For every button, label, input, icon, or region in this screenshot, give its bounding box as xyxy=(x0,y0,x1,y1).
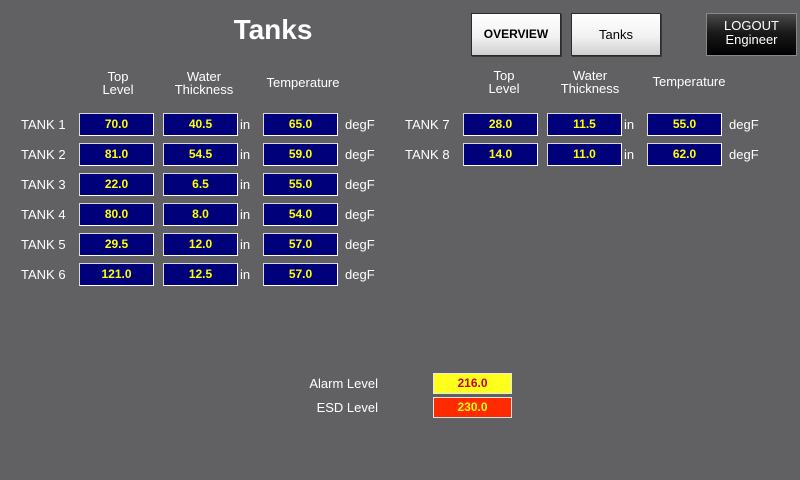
logout-label: LOGOUT xyxy=(724,18,779,33)
water-thickness-field: 11.5 xyxy=(547,113,622,136)
temperature-field: 57.0 xyxy=(263,233,338,256)
top-level-field: 14.0 xyxy=(463,143,538,166)
water-thickness-field: 11.0 xyxy=(547,143,622,166)
water-thickness-field: 54.5 xyxy=(163,143,238,166)
thickness-unit-label: in xyxy=(240,147,251,162)
temperature-unit-label: degF xyxy=(345,207,375,222)
esd-level-label: ESD Level xyxy=(316,400,378,415)
tank-name-label: TANK 8 xyxy=(405,147,450,162)
column-header-temperature: Temperature xyxy=(266,75,340,90)
logout-button[interactable]: LOGOUT Engineer xyxy=(706,13,797,56)
top-level-field: 28.0 xyxy=(463,113,538,136)
temperature-field: 59.0 xyxy=(263,143,338,166)
column-header-top-level: Top Level xyxy=(102,69,134,97)
thickness-unit-label: in xyxy=(240,207,251,222)
alarm-level-value: 216.0 xyxy=(433,373,512,394)
alarm-level-label: Alarm Level xyxy=(309,376,378,391)
top-level-field: 81.0 xyxy=(79,143,154,166)
water-thickness-field: 40.5 xyxy=(163,113,238,136)
column-header-temperature: Temperature xyxy=(652,74,726,89)
water-thickness-field: 8.0 xyxy=(163,203,238,226)
temperature-unit-label: degF xyxy=(345,177,375,192)
top-level-field: 70.0 xyxy=(79,113,154,136)
tank-name-label: TANK 4 xyxy=(21,207,66,222)
water-thickness-field: 6.5 xyxy=(163,173,238,196)
esd-level-value: 230.0 xyxy=(433,397,512,418)
temperature-field: 65.0 xyxy=(263,113,338,136)
temperature-unit-label: degF xyxy=(345,117,375,132)
tanks-button[interactable]: Tanks xyxy=(571,13,661,56)
thickness-unit-label: in xyxy=(240,267,251,282)
thickness-unit-label: in xyxy=(624,147,635,162)
thickness-unit-label: in xyxy=(240,237,251,252)
tank-name-label: TANK 5 xyxy=(21,237,66,252)
tank-name-label: TANK 3 xyxy=(21,177,66,192)
thickness-unit-label: in xyxy=(624,117,635,132)
water-thickness-field: 12.0 xyxy=(163,233,238,256)
temperature-unit-label: degF xyxy=(729,117,759,132)
tank-name-label: TANK 2 xyxy=(21,147,66,162)
temperature-field: 57.0 xyxy=(263,263,338,286)
column-header-water-thickness: Water Thickness xyxy=(560,68,620,96)
temperature-field: 62.0 xyxy=(647,143,722,166)
water-thickness-field: 12.5 xyxy=(163,263,238,286)
temperature-unit-label: degF xyxy=(345,237,375,252)
temperature-field: 54.0 xyxy=(263,203,338,226)
temperature-unit-label: degF xyxy=(345,147,375,162)
thickness-unit-label: in xyxy=(240,117,251,132)
thickness-unit-label: in xyxy=(240,177,251,192)
temperature-unit-label: degF xyxy=(729,147,759,162)
column-header-water-thickness: Water Thickness xyxy=(174,69,234,97)
temperature-field: 55.0 xyxy=(263,173,338,196)
logged-in-user: Engineer xyxy=(725,32,778,47)
top-level-field: 22.0 xyxy=(79,173,154,196)
page-title: Tanks xyxy=(233,14,313,45)
tank-name-label: TANK 7 xyxy=(405,117,450,132)
tank-name-label: TANK 1 xyxy=(21,117,66,132)
temperature-field: 55.0 xyxy=(647,113,722,136)
overview-button[interactable]: OVERVIEW xyxy=(471,13,561,56)
column-header-top-level: Top Level xyxy=(488,68,520,96)
top-level-field: 121.0 xyxy=(79,263,154,286)
tank-name-label: TANK 6 xyxy=(21,267,66,282)
top-level-field: 29.5 xyxy=(79,233,154,256)
temperature-unit-label: degF xyxy=(345,267,375,282)
top-level-field: 80.0 xyxy=(79,203,154,226)
